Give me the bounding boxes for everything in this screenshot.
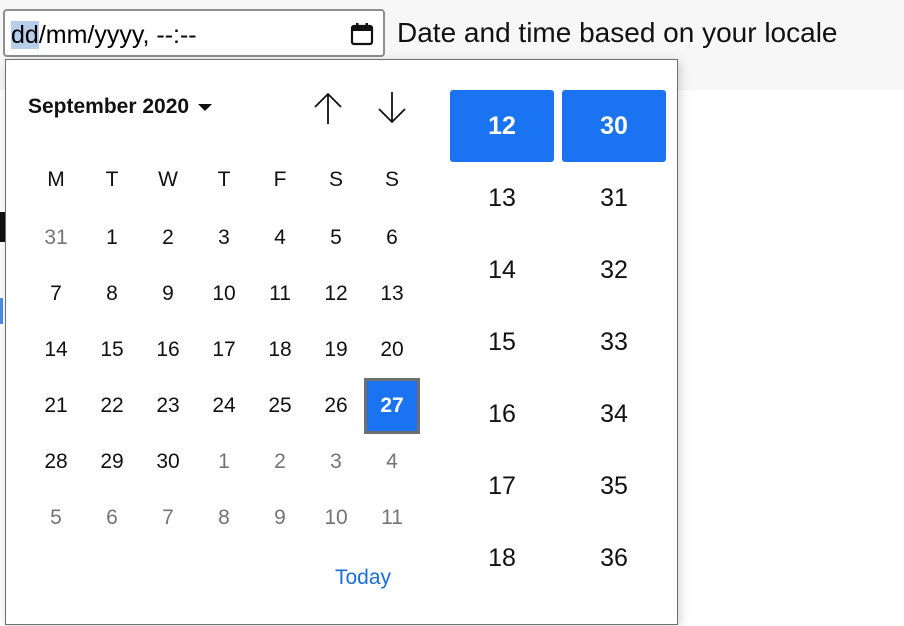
calendar-day[interactable]: 15 — [84, 322, 140, 378]
minute-option[interactable]: 35 — [562, 450, 666, 522]
calendar-day[interactable]: 25 — [252, 378, 308, 434]
calendar-day[interactable]: 7 — [140, 490, 196, 546]
calendar-day[interactable]: 11 — [252, 266, 308, 322]
calendar-day[interactable]: 9 — [140, 266, 196, 322]
minute-option[interactable]: 32 — [562, 234, 666, 306]
minute-option[interactable]: 34 — [562, 378, 666, 450]
datetime-input-text[interactable]: dd/mm/yyyy, --:-- — [11, 20, 197, 50]
arrow-up-icon[interactable] — [308, 88, 348, 128]
calendar-day[interactable]: 19 — [308, 322, 364, 378]
background-link-fragment — [0, 298, 3, 324]
calendar-day[interactable]: 30 — [140, 434, 196, 490]
weekday-label: S — [384, 168, 399, 191]
calendar-day[interactable]: 8 — [196, 490, 252, 546]
today-button[interactable]: Today — [335, 566, 391, 590]
calendar-day[interactable]: 6 — [364, 210, 420, 266]
calendar-day[interactable]: 20 — [364, 322, 420, 378]
hour-option[interactable]: 17 — [450, 450, 554, 522]
calendar-day[interactable]: 7 — [28, 266, 84, 322]
weekday-label: T — [217, 168, 231, 191]
datetime-input[interactable]: dd/mm/yyyy, --:-- — [3, 9, 385, 57]
calendar-day[interactable]: 8 — [84, 266, 140, 322]
hour-option[interactable]: 13 — [450, 162, 554, 234]
calendar-day[interactable]: 23 — [140, 378, 196, 434]
weekday-label: W — [158, 168, 178, 191]
weekday-label: T — [105, 168, 119, 191]
weekday-label: M — [47, 168, 65, 191]
locale-description: Date and time based on your locale — [397, 17, 838, 48]
weekday-label: F — [273, 168, 287, 191]
minute-option-selected[interactable]: 30 — [562, 90, 666, 162]
datetime-picker-popup: September 2020 MTWTFSS 31 1 2 3 4 5 6 7 8 9 10 11 12… — [5, 59, 678, 625]
hour-option[interactable]: 16 — [450, 378, 554, 450]
weekday-label: S — [328, 168, 343, 191]
calendar-day[interactable]: 17 — [196, 322, 252, 378]
caret-down-icon — [198, 103, 213, 111]
calendar-day[interactable]: 1 — [196, 434, 252, 490]
calendar-day[interactable]: 6 — [84, 490, 140, 546]
calendar-day[interactable]: 24 — [196, 378, 252, 434]
calendar-day[interactable]: 2 — [140, 210, 196, 266]
calendar-day[interactable]: 10 — [196, 266, 252, 322]
calendar-day[interactable]: 26 — [308, 378, 364, 434]
hour-option[interactable]: 15 — [450, 306, 554, 378]
calendar-day[interactable]: 31 — [28, 210, 84, 266]
minute-option[interactable]: 31 — [562, 162, 666, 234]
calendar-day[interactable]: 11 — [364, 490, 420, 546]
date-time-segments[interactable]: /mm/yyyy, --:-- — [39, 21, 197, 49]
hour-option[interactable]: 14 — [450, 234, 554, 306]
month-year-dropdown[interactable]: September 2020 — [28, 93, 213, 121]
calendar-day[interactable]: 14 — [28, 322, 84, 378]
minute-option[interactable]: 36 — [562, 522, 666, 594]
calendar-day[interactable]: 12 — [308, 266, 364, 322]
calendar-day[interactable]: 2 — [252, 434, 308, 490]
calendar-day[interactable]: 5 — [308, 210, 364, 266]
calendar-day[interactable]: 18 — [252, 322, 308, 378]
calendar-day[interactable]: 3 — [196, 210, 252, 266]
month-year-label: September 2020 — [28, 95, 190, 118]
calendar-day[interactable]: 9 — [252, 490, 308, 546]
calendar-day[interactable]: 4 — [252, 210, 308, 266]
day-segment[interactable]: dd — [11, 21, 39, 49]
calendar-day[interactable]: 21 — [28, 378, 84, 434]
calendar-day[interactable]: 16 — [140, 322, 196, 378]
minute-option[interactable]: 33 — [562, 306, 666, 378]
calendar-day[interactable]: 5 — [28, 490, 84, 546]
calendar-day-selected[interactable]: 27 — [364, 378, 420, 434]
arrow-down-icon[interactable] — [372, 88, 412, 128]
calendar-day[interactable]: 28 — [28, 434, 84, 490]
calendar-day[interactable]: 4 — [364, 434, 420, 490]
calendar-icon[interactable] — [349, 21, 375, 47]
hour-option[interactable]: 18 — [450, 522, 554, 594]
calendar-day[interactable]: 13 — [364, 266, 420, 322]
calendar-day[interactable]: 3 — [308, 434, 364, 490]
hour-option-selected[interactable]: 12 — [450, 90, 554, 162]
calendar-day[interactable]: 22 — [84, 378, 140, 434]
calendar-day[interactable]: 1 — [84, 210, 140, 266]
calendar-day[interactable]: 29 — [84, 434, 140, 490]
calendar-day[interactable]: 10 — [308, 490, 364, 546]
